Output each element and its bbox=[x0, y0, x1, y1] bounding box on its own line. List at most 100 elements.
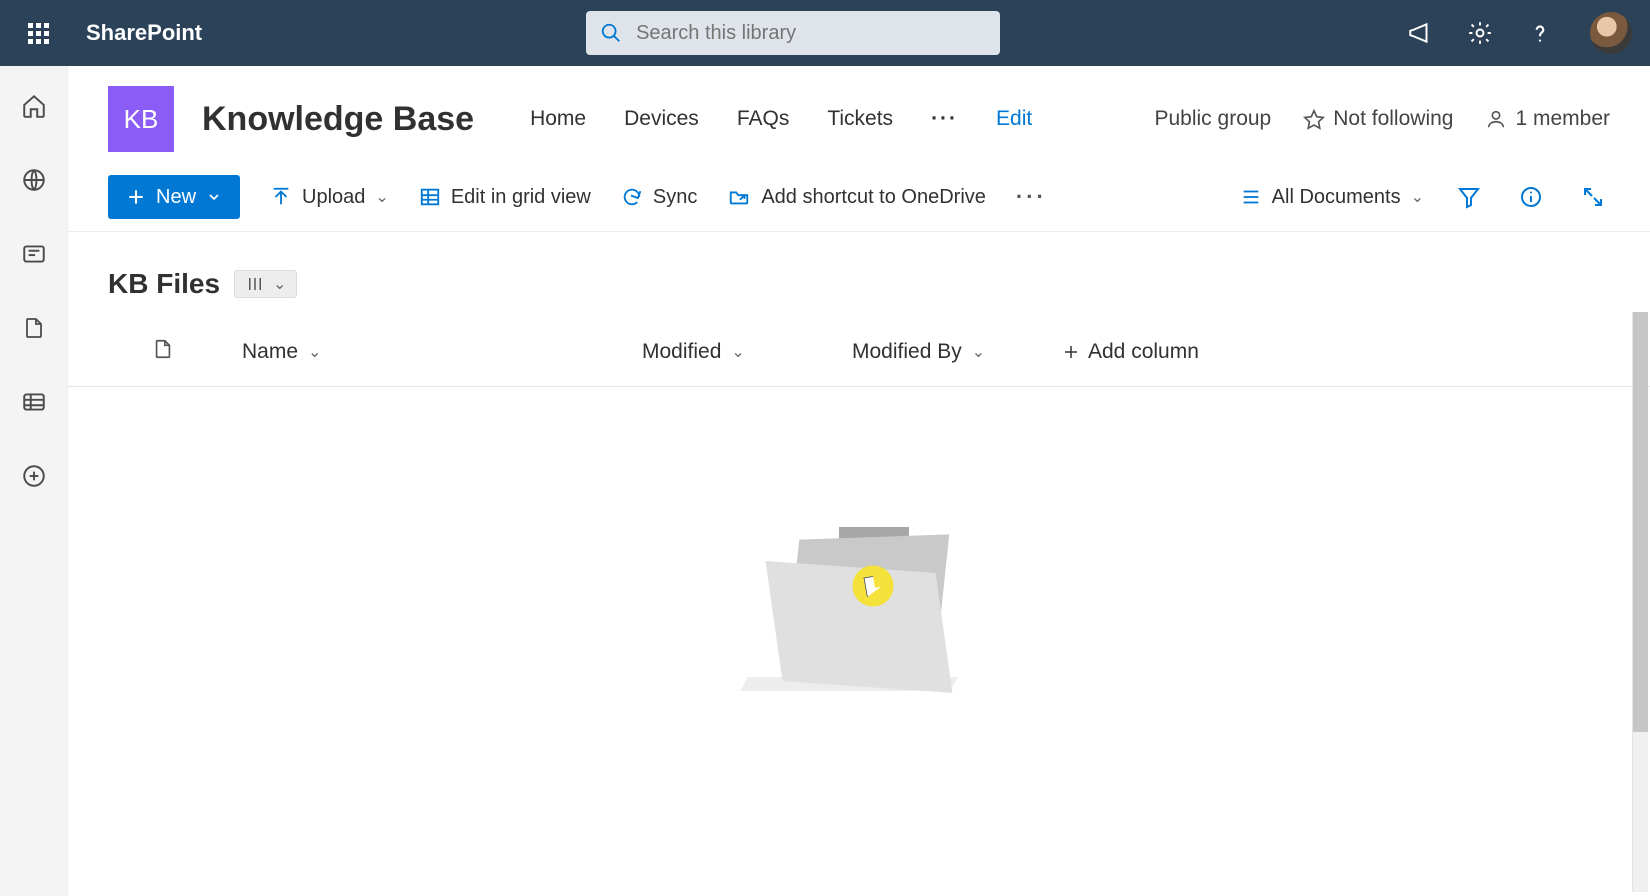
grid-edit-button[interactable]: Edit in grid view bbox=[419, 186, 591, 209]
rail-lists[interactable] bbox=[14, 382, 54, 422]
suite-header: SharePoint bbox=[0, 0, 1650, 66]
plus-icon bbox=[126, 187, 146, 207]
search-input[interactable] bbox=[636, 22, 986, 45]
app-launcher-button[interactable] bbox=[18, 13, 58, 53]
chevron-down-icon: ⌄ bbox=[731, 342, 744, 362]
vertical-scrollbar[interactable] bbox=[1632, 312, 1648, 892]
members-label: 1 member bbox=[1515, 107, 1610, 131]
cursor-highlight-icon bbox=[852, 565, 894, 607]
chevron-down-icon: ⌄ bbox=[273, 274, 286, 294]
file-icon bbox=[22, 315, 46, 341]
empty-state bbox=[68, 527, 1650, 697]
add-column-label: Add column bbox=[1088, 340, 1199, 364]
site-meta: Public group Not following 1 member bbox=[1154, 107, 1610, 131]
upload-icon bbox=[270, 186, 292, 208]
search-wrap bbox=[586, 11, 1000, 55]
site-nav: Home Devices FAQs Tickets ··· Edit bbox=[530, 107, 1032, 131]
globe-icon bbox=[21, 167, 47, 193]
library-heading: KB Files ⌄ bbox=[68, 232, 1650, 310]
chevron-down-icon: ⌄ bbox=[375, 187, 388, 207]
nav-tickets[interactable]: Tickets bbox=[827, 107, 893, 131]
site-logo[interactable]: KB bbox=[108, 86, 174, 152]
settings-button[interactable] bbox=[1464, 17, 1496, 49]
megaphone-icon bbox=[1407, 20, 1433, 46]
doc-icon bbox=[152, 336, 174, 362]
rail-create[interactable] bbox=[14, 456, 54, 496]
plus-circle-icon bbox=[21, 463, 47, 489]
column-name[interactable]: Name ⌄ bbox=[242, 340, 642, 364]
shortcut-label: Add shortcut to OneDrive bbox=[761, 186, 986, 209]
command-bar: New Upload ⌄ Edit in grid view Sync Add … bbox=[68, 163, 1650, 232]
view-label: All Documents bbox=[1272, 186, 1401, 209]
rail-sites[interactable] bbox=[14, 160, 54, 200]
library-title: KB Files bbox=[108, 268, 220, 300]
columns-icon bbox=[245, 275, 265, 293]
plus-icon bbox=[1062, 343, 1080, 361]
command-bar-right: All Documents ⌄ bbox=[1240, 180, 1610, 214]
nav-home[interactable]: Home bbox=[530, 107, 586, 131]
site-group-type: Public group bbox=[1154, 107, 1271, 131]
filter-button[interactable] bbox=[1452, 180, 1486, 214]
upload-button[interactable]: Upload ⌄ bbox=[270, 186, 389, 209]
filter-icon bbox=[1457, 185, 1481, 209]
column-modified[interactable]: Modified ⌄ bbox=[642, 340, 852, 364]
info-button[interactable] bbox=[1514, 180, 1548, 214]
nav-faqs[interactable]: FAQs bbox=[737, 107, 790, 131]
column-headers: Name ⌄ Modified ⌄ Modified By ⌄ Add colu… bbox=[68, 310, 1650, 387]
new-button[interactable]: New bbox=[108, 175, 240, 219]
gear-icon bbox=[1467, 20, 1493, 46]
column-modified-label: Modified bbox=[642, 340, 721, 364]
sync-label: Sync bbox=[653, 186, 697, 209]
help-icon bbox=[1527, 20, 1553, 46]
rail-news[interactable] bbox=[14, 234, 54, 274]
upload-label: Upload bbox=[302, 186, 365, 209]
suite-actions bbox=[1404, 12, 1632, 54]
list-icon bbox=[21, 389, 47, 415]
view-chip[interactable]: ⌄ bbox=[234, 270, 297, 298]
shortcut-button[interactable]: Add shortcut to OneDrive bbox=[727, 186, 986, 209]
expand-icon bbox=[1581, 185, 1605, 209]
news-icon bbox=[21, 241, 47, 267]
expand-button[interactable] bbox=[1576, 180, 1610, 214]
info-icon bbox=[1519, 185, 1543, 209]
column-name-label: Name bbox=[242, 340, 298, 364]
empty-folder-illustration bbox=[744, 527, 974, 697]
chevron-down-icon: ⌄ bbox=[308, 342, 321, 362]
follow-toggle[interactable]: Not following bbox=[1303, 107, 1453, 131]
add-column-button[interactable]: Add column bbox=[1062, 340, 1199, 364]
rail-files[interactable] bbox=[14, 308, 54, 348]
chevron-down-icon: ⌄ bbox=[972, 342, 985, 362]
search-box[interactable] bbox=[586, 11, 1000, 55]
site-header: KB Knowledge Base Home Devices FAQs Tick… bbox=[68, 66, 1650, 163]
person-icon bbox=[1485, 108, 1507, 130]
nav-edit[interactable]: Edit bbox=[996, 107, 1032, 131]
sync-button[interactable]: Sync bbox=[621, 186, 697, 209]
follow-label: Not following bbox=[1333, 107, 1453, 131]
home-icon bbox=[21, 93, 47, 119]
waffle-icon bbox=[28, 23, 49, 44]
column-doctype[interactable] bbox=[152, 336, 242, 368]
scrollbar-thumb[interactable] bbox=[1633, 312, 1648, 732]
members-button[interactable]: 1 member bbox=[1485, 107, 1610, 131]
chevron-down-icon: ⌄ bbox=[1411, 187, 1424, 207]
view-selector[interactable]: All Documents ⌄ bbox=[1240, 186, 1424, 209]
megaphone-button[interactable] bbox=[1404, 17, 1436, 49]
site-title[interactable]: Knowledge Base bbox=[202, 100, 474, 139]
search-icon bbox=[600, 22, 622, 44]
main-region: KB Knowledge Base Home Devices FAQs Tick… bbox=[68, 66, 1650, 896]
global-nav-rail bbox=[0, 66, 68, 896]
app-brand[interactable]: SharePoint bbox=[86, 20, 202, 46]
column-modified-by[interactable]: Modified By ⌄ bbox=[852, 340, 1052, 364]
star-icon bbox=[1303, 108, 1325, 130]
new-label: New bbox=[156, 186, 196, 209]
grid-icon bbox=[419, 186, 441, 208]
view-icon bbox=[1240, 186, 1262, 208]
more-commands-button[interactable]: ··· bbox=[1016, 184, 1047, 210]
nav-more[interactable]: ··· bbox=[931, 107, 958, 131]
grid-label: Edit in grid view bbox=[451, 186, 591, 209]
nav-devices[interactable]: Devices bbox=[624, 107, 699, 131]
help-button[interactable] bbox=[1524, 17, 1556, 49]
rail-home[interactable] bbox=[14, 86, 54, 126]
shortcut-icon bbox=[727, 186, 751, 208]
avatar[interactable] bbox=[1590, 12, 1632, 54]
